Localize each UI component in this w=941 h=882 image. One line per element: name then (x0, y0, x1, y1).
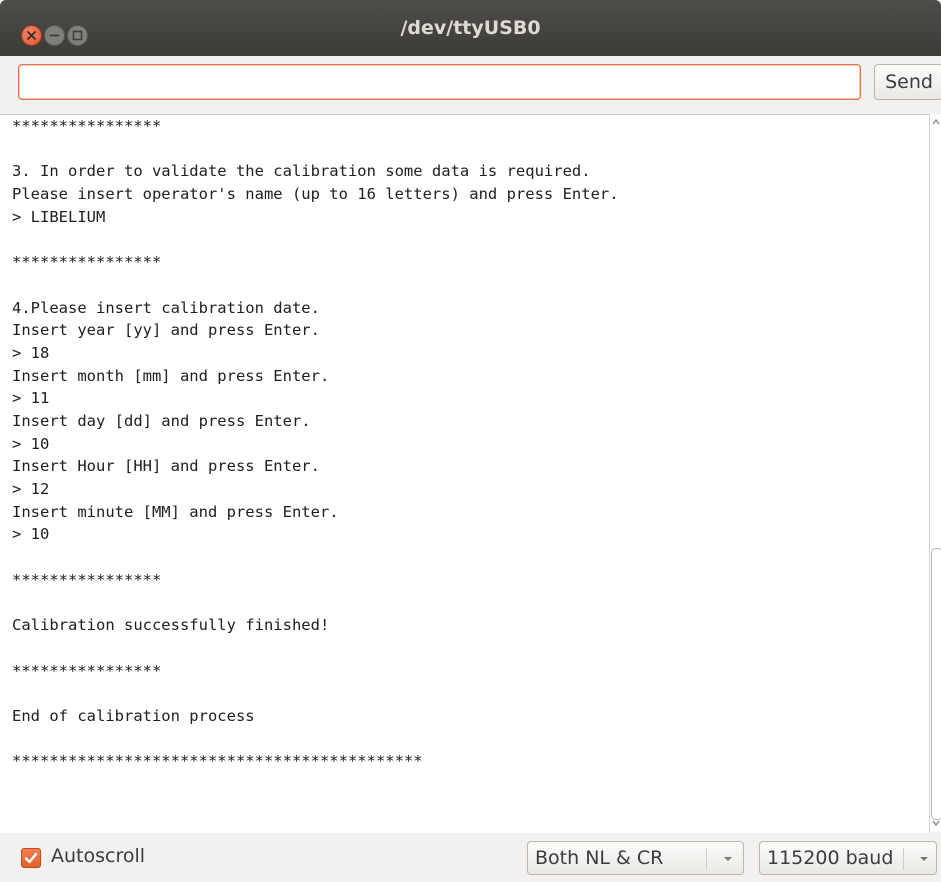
console-line: > 11 (12, 389, 50, 408)
baud-rate-value: 115200 baud (767, 847, 894, 869)
command-row: Send (0, 56, 941, 114)
console-line: 3. In order to validate the calibration … (12, 162, 591, 181)
baud-rate-select[interactable]: 115200 baud (759, 841, 937, 875)
console-line: 4.Please insert calibration date. (12, 298, 320, 317)
console-line: **************** (12, 661, 162, 680)
console-scrollbar-thumb[interactable] (931, 548, 941, 820)
console-line: > 18 (12, 343, 50, 362)
console-line: End of calibration process (12, 706, 255, 725)
console-line: Insert day [dd] and press Enter. (12, 411, 311, 430)
console-line: > 10 (12, 434, 50, 453)
console-line: ****************************************… (12, 752, 423, 771)
console-line: **************** (12, 253, 162, 272)
chevron-down-icon (920, 857, 928, 861)
console-line: > 10 (12, 525, 50, 544)
send-button[interactable]: Send (874, 64, 941, 100)
checkmark-icon (24, 852, 38, 864)
console-line: Insert month [mm] and press Enter. (12, 366, 330, 385)
line-ending-value: Both NL & CR (535, 847, 664, 869)
console-line: > 12 (12, 480, 50, 498)
console-line: Insert year [yy] and press Enter. (12, 321, 320, 340)
serial-output-console[interactable]: **************** 3. In order to validate … (0, 114, 929, 834)
line-ending-divider (706, 848, 707, 870)
console-line: > LIBELIUM (12, 207, 106, 226)
chevron-down-icon (724, 857, 732, 861)
scroll-down-arrow-icon[interactable] (931, 817, 941, 829)
console-line: Calibration successfully finished! (12, 616, 330, 635)
console-line: Insert minute [MM] and press Enter. (12, 502, 339, 521)
console-line: Insert Hour [HH] and press Enter. (12, 457, 320, 476)
console-line: **************** (12, 570, 162, 589)
line-ending-select[interactable]: Both NL & CR (527, 841, 744, 875)
autoscroll-checkbox[interactable] (21, 848, 41, 868)
console-line: **************** (12, 117, 162, 135)
status-bar: Autoscroll Both NL & CR 115200 baud (0, 833, 941, 882)
scroll-up-arrow-icon[interactable] (931, 116, 941, 128)
baud-rate-divider (903, 848, 904, 870)
console-line: Please insert operator's name (up to 16 … (12, 185, 619, 204)
window-title: /dev/ttyUSB0 (400, 17, 541, 39)
serial-command-input[interactable] (18, 64, 861, 100)
title-bar: /dev/ttyUSB0 (0, 0, 941, 56)
autoscroll-label[interactable]: Autoscroll (51, 845, 145, 867)
